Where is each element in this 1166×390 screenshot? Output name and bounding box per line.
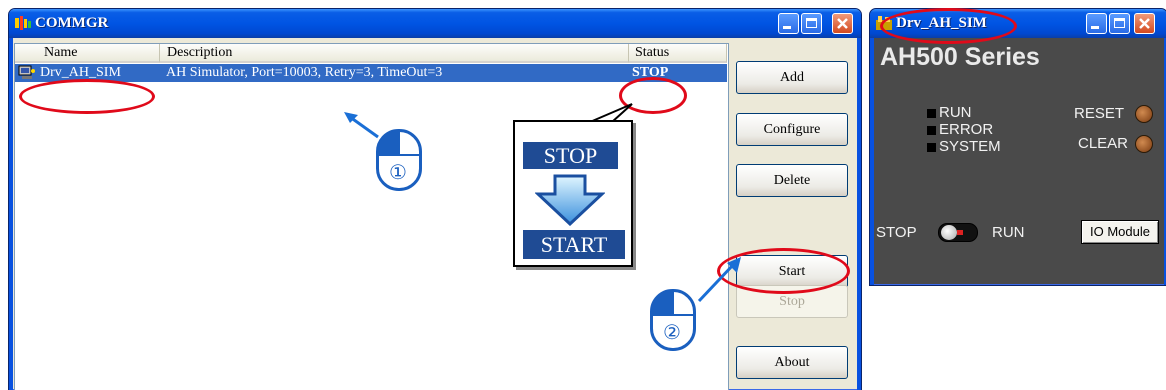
simulator-heading: AH500 Series xyxy=(880,43,1040,71)
callout-stop-label: STOP xyxy=(523,142,618,169)
about-button[interactable]: About xyxy=(736,346,848,379)
reset-label: RESET xyxy=(1074,105,1125,122)
column-header-name[interactable]: Name xyxy=(15,44,160,63)
driver-icon xyxy=(18,65,35,79)
table-row[interactable]: Drv_AH_SIM AH Simulator, Port=10003, Ret… xyxy=(15,64,727,82)
simulator-maximize-button[interactable] xyxy=(1109,13,1130,34)
run-led-label: RUN xyxy=(939,104,972,121)
io-module-button[interactable]: IO Module xyxy=(1081,220,1159,244)
row-name: Drv_AH_SIM xyxy=(40,65,121,80)
maximize-icon xyxy=(1114,18,1125,28)
simulator-titlebar[interactable]: Drv_AH_SIM xyxy=(870,9,1166,38)
clear-label: CLEAR xyxy=(1078,135,1129,152)
down-arrow-icon xyxy=(535,174,605,226)
close-button[interactable] xyxy=(832,13,853,34)
stop-button[interactable]: Stop xyxy=(736,285,848,318)
error-led-label: ERROR xyxy=(939,121,994,138)
minimize-icon xyxy=(1091,26,1099,29)
clear-button[interactable] xyxy=(1135,135,1153,153)
simulator-left-frame xyxy=(870,38,874,285)
system-led-label: SYSTEM xyxy=(939,138,1001,155)
switch-run-label: RUN xyxy=(992,224,1025,241)
simulator-window: Drv_AH_SIM AH500 Series RUN ERROR SYSTEM… xyxy=(869,8,1166,286)
configure-button[interactable]: Configure xyxy=(736,113,848,146)
mouse-click-icon-1: ① xyxy=(376,129,422,191)
column-header-description[interactable]: Description xyxy=(160,44,629,63)
delete-button[interactable]: Delete xyxy=(736,164,848,197)
close-icon xyxy=(837,18,848,29)
commgr-right-frame xyxy=(857,38,861,390)
step-1-label: ① xyxy=(389,160,407,184)
pointer-arrow-2-icon xyxy=(697,257,741,303)
maximize-icon xyxy=(806,18,817,28)
status-change-callout: STOP START xyxy=(513,120,633,267)
run-stop-switch[interactable] xyxy=(938,223,978,242)
commgr-title: COMMGR xyxy=(35,15,109,31)
switch-indicator xyxy=(957,230,963,235)
simulator-minimize-button[interactable] xyxy=(1086,13,1107,34)
column-header-status[interactable]: Status xyxy=(629,44,727,63)
simulator-close-button[interactable] xyxy=(1134,13,1155,34)
mouse-click-icon-2: ② xyxy=(650,289,696,351)
step-2-label: ② xyxy=(663,320,681,344)
simulator-title: Drv_AH_SIM xyxy=(896,15,987,31)
commgr-window: COMMGR Name Description Status Drv_AH_SI… xyxy=(8,8,862,390)
commgr-titlebar[interactable]: COMMGR xyxy=(9,9,861,38)
minimize-icon xyxy=(783,26,791,29)
system-led xyxy=(927,143,936,152)
switch-stop-label: STOP xyxy=(876,224,917,241)
simulator-app-icon xyxy=(876,16,892,30)
callout-start-label: START xyxy=(523,230,625,259)
row-status: STOP xyxy=(632,65,669,80)
add-button[interactable]: Add xyxy=(736,61,848,94)
close-icon xyxy=(1139,18,1150,29)
switch-knob[interactable] xyxy=(941,225,957,240)
maximize-button[interactable] xyxy=(801,13,822,34)
error-led xyxy=(927,126,936,135)
start-button[interactable]: Start xyxy=(736,255,848,288)
commgr-app-icon xyxy=(15,16,31,30)
commgr-left-frame xyxy=(9,38,13,390)
reset-button[interactable] xyxy=(1135,105,1153,123)
minimize-button[interactable] xyxy=(778,13,799,34)
row-description: AH Simulator, Port=10003, Retry=3, TimeO… xyxy=(166,65,443,80)
run-led xyxy=(927,109,936,118)
